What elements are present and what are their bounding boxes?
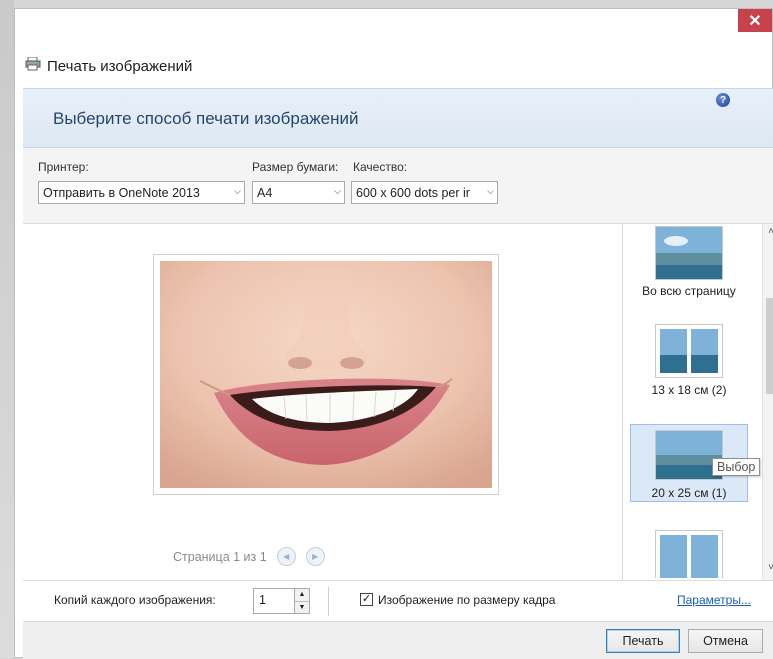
layout-item-full-page[interactable]: Во всю страницу [630, 226, 748, 300]
next-page-button[interactable]: ▶ [305, 547, 325, 566]
chevron-down-icon: ⌵ [234, 186, 241, 196]
layout-scrollbar[interactable]: ˄ ˅ [762, 224, 773, 580]
page-navigator: Страница 1 из 1 ◀ ▶ [173, 547, 325, 566]
checkmark-icon: ✓ [361, 593, 372, 605]
cancel-button[interactable]: Отмена [688, 629, 763, 653]
prev-page-button[interactable]: ◀ [276, 547, 296, 566]
divider [328, 587, 329, 616]
dialog-content: Выберите способ печати изображений Принт… [23, 88, 773, 659]
layout-list: Во всю страницу 13 x 18 см (2) 20 x 25 с… [622, 224, 773, 580]
print-button[interactable]: Печать [606, 629, 680, 653]
page-title: Выберите способ печати изображений [53, 109, 359, 128]
quality-select[interactable]: 600 x 600 dots per ir ⌵ [351, 181, 498, 204]
fit-to-frame-label: Изображение по размеру кадра [378, 593, 556, 607]
chevron-down-icon: ⌵ [334, 186, 341, 196]
copies-input[interactable]: 1 [259, 593, 266, 607]
printer-select-value: Отправить в OneNote 2013 [43, 185, 200, 200]
paper-size-select-value: A4 [257, 185, 273, 200]
preview-photo [160, 261, 492, 488]
window-title-bar: Печать изображений [25, 55, 192, 77]
quality-select-value: 600 x 600 dots per ir [356, 185, 470, 200]
close-button[interactable]: ✕ [738, 9, 772, 32]
layout-label: 13 x 18 см (2) [651, 383, 727, 397]
printer-icon [25, 56, 41, 75]
printer-label: Принтер: [38, 160, 89, 174]
stepper-buttons: ▲ ▼ [294, 589, 309, 613]
quality-label: Качество: [353, 160, 408, 174]
print-settings: Принтер: Отправить в OneNote 2013 ⌵ Разм… [23, 148, 773, 224]
printer-select[interactable]: Отправить в OneNote 2013 ⌵ [38, 181, 245, 204]
layout-thumbnail [655, 226, 723, 280]
desktop-edge [0, 0, 14, 658]
close-icon: ✕ [748, 12, 762, 30]
preview-page [153, 254, 499, 495]
paper-size-label: Размер бумаги: [252, 160, 339, 174]
tooltip: Выбор [712, 458, 761, 476]
scroll-thumb[interactable] [766, 298, 773, 394]
window-title: Печать изображений [47, 57, 193, 75]
arrow-right-icon: ▶ [312, 552, 319, 561]
layout-thumbnail [655, 530, 723, 578]
chevron-down-icon: ⌵ [487, 186, 494, 196]
help-icon[interactable]: ? [716, 93, 730, 107]
layout-item-partial[interactable] [630, 530, 748, 578]
decrement-icon[interactable]: ▼ [295, 602, 309, 613]
print-dialog: ✕ Печать изображений Выберите способ печ… [14, 8, 773, 659]
increment-icon[interactable]: ▲ [295, 589, 309, 602]
scroll-down-icon[interactable]: ˅ [763, 562, 773, 576]
layout-label: 20 x 25 см (1) [651, 486, 727, 500]
copies-stepper[interactable]: 1 ▲ ▼ [253, 588, 310, 614]
layout-item-13x18[interactable]: 13 x 18 см (2) [630, 324, 748, 402]
page-counter: Страница 1 из 1 [173, 549, 267, 564]
dialog-footer: Печать Отмена [23, 621, 773, 659]
layout-thumbnail [655, 324, 723, 378]
paper-size-select[interactable]: A4 ⌵ [252, 181, 345, 204]
layout-label: Во всю страницу [642, 284, 736, 298]
fit-to-frame-checkbox[interactable]: ✓ [360, 593, 373, 606]
arrow-left-icon: ◀ [283, 552, 290, 561]
copies-label: Копий каждого изображения: [54, 593, 216, 607]
scroll-up-icon[interactable]: ˄ [763, 226, 773, 240]
preview-area: Страница 1 из 1 ◀ ▶ [23, 224, 622, 580]
copies-bar: Копий каждого изображения: 1 ▲ ▼ ✓ Изобр… [23, 580, 773, 621]
header-band: Выберите способ печати изображений [23, 88, 773, 148]
options-link[interactable]: Параметры... [677, 593, 751, 607]
